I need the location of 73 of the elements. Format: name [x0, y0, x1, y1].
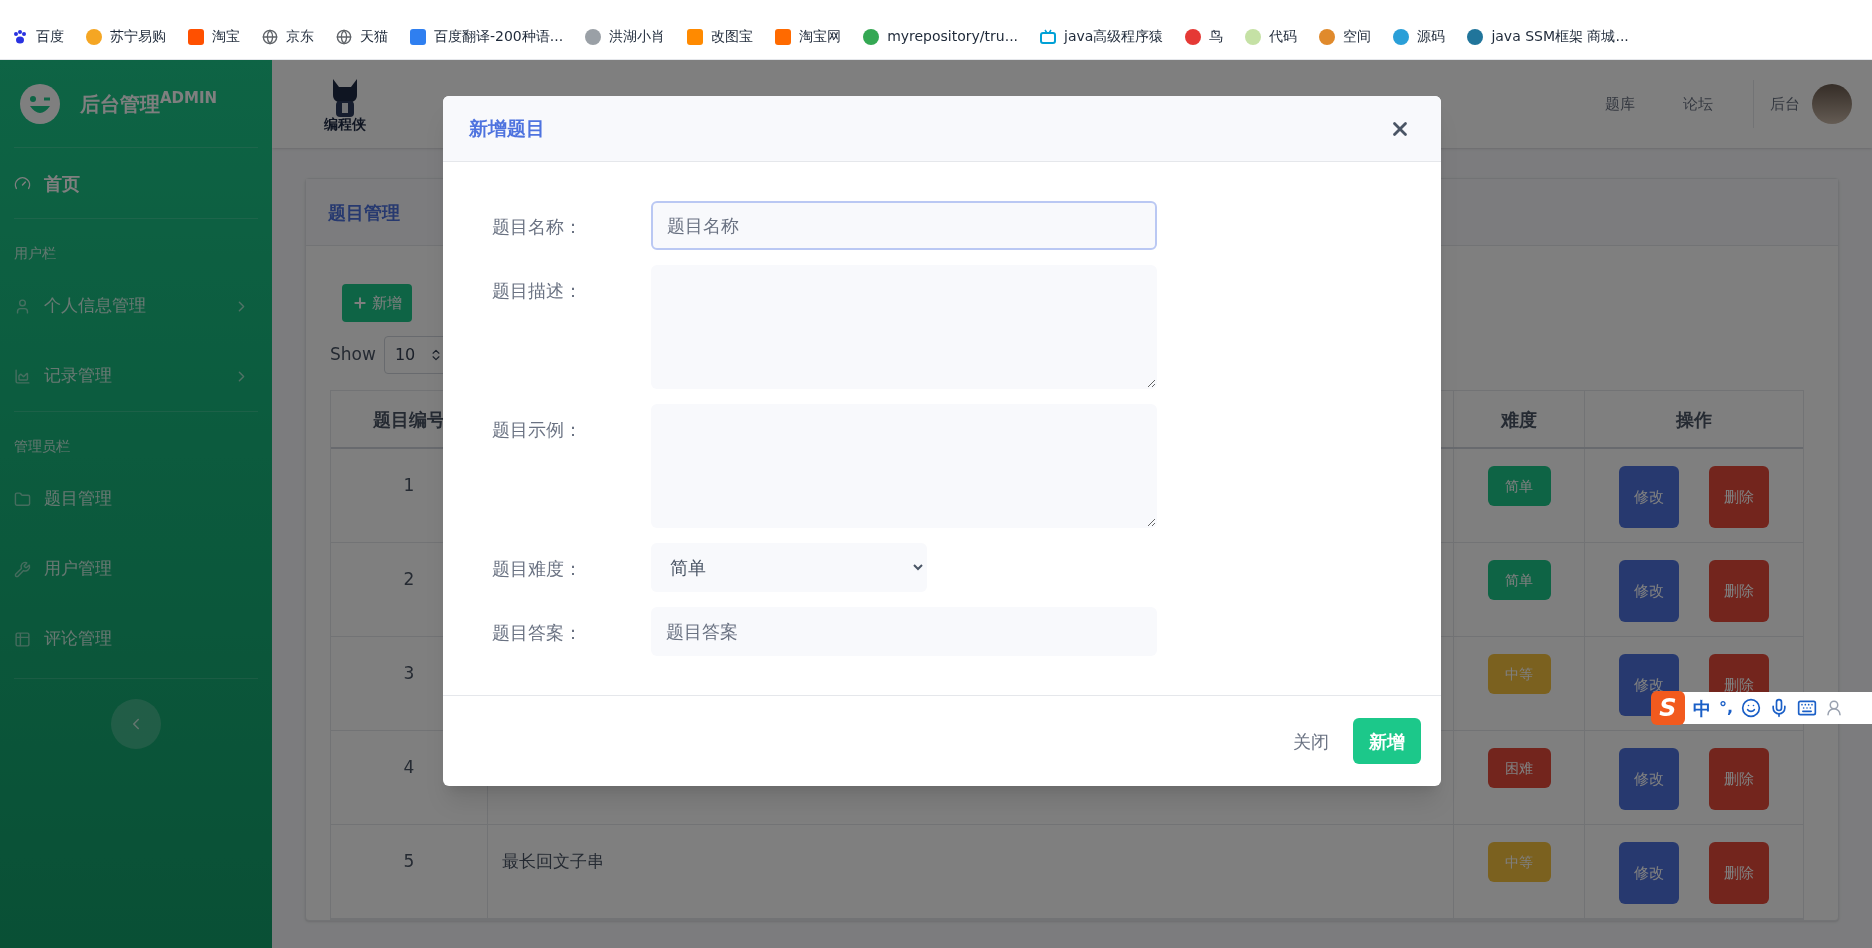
bookmark[interactable]: 源码: [1393, 26, 1446, 47]
nav-link[interactable]: 题库: [1581, 92, 1659, 116]
field-label: 题目难度：: [491, 557, 583, 581]
bookmark[interactable]: 天猫: [336, 26, 388, 47]
table-cell-text: 5: [403, 850, 415, 873]
edit-button[interactable]: 修改: [1619, 842, 1679, 904]
plus-icon: [352, 295, 368, 311]
delete-button[interactable]: 删除: [1709, 466, 1769, 528]
delete-button[interactable]: 删除: [1709, 560, 1769, 622]
edit-button[interactable]: 修改: [1619, 748, 1679, 810]
text-field[interactable]: 题目答案: [651, 607, 1157, 656]
field-label: 题目名称：: [491, 215, 583, 239]
show-label: Show: [330, 343, 376, 367]
sidebar-item[interactable]: 评论管理: [14, 604, 258, 674]
bookmark[interactable]: 改图宝: [687, 26, 754, 47]
smile-icon[interactable]: [1741, 698, 1762, 718]
difficulty-badge: 中等: [1487, 842, 1551, 882]
difficulty-badge: 简单: [1487, 466, 1551, 506]
bookmark[interactable]: 空间: [1319, 26, 1372, 47]
bookmark[interactable]: 洪湖小肖: [585, 26, 666, 47]
bookmark[interactable]: 代码: [1245, 26, 1298, 47]
user-icon[interactable]: [1825, 699, 1844, 717]
sidebar-item[interactable]: 用户管理: [14, 534, 258, 604]
bookmark[interactable]: 苏宁易购: [86, 26, 166, 47]
ime-logo[interactable]: S: [1651, 691, 1685, 725]
smiley-logo-icon: [20, 83, 60, 124]
sidebar-item[interactable]: 题目管理: [14, 464, 258, 534]
sidebar-heading: 用户栏: [14, 245, 56, 261]
nav-link[interactable]: 论坛: [1659, 92, 1737, 116]
delete-button[interactable]: 删除: [1709, 748, 1769, 810]
column-header: 难度: [1454, 391, 1585, 447]
text-field[interactable]: 题目名称: [651, 201, 1157, 250]
table-cell-text: 2: [403, 568, 415, 591]
table-cell-text: 1: [403, 474, 415, 497]
sidebar-heading: 管理员栏: [14, 438, 70, 454]
close-text-button[interactable]: 关闭: [1293, 727, 1329, 755]
difficulty-badge: 简单: [1487, 560, 1551, 600]
bookmark[interactable]: java高级程序猿: [1040, 26, 1164, 47]
bookmark[interactable]: 百度翻译-200种语...: [410, 26, 564, 47]
field-label: 题目答案：: [491, 621, 583, 645]
keyboard-icon[interactable]: [1797, 698, 1818, 718]
delete-button[interactable]: 删除: [1709, 842, 1769, 904]
edit-button[interactable]: 修改: [1619, 560, 1679, 622]
column-header: 操作: [1675, 407, 1713, 432]
bookmark[interactable]: 淘宝: [188, 26, 240, 47]
sidebar-item[interactable]: 个人信息管理: [14, 271, 258, 341]
bookmark[interactable]: 淘宝网: [775, 26, 842, 47]
bookmark[interactable]: java SSM框架 商城...: [1467, 26, 1629, 47]
add-button[interactable]: 新增: [342, 284, 412, 322]
avatar[interactable]: [1812, 84, 1852, 124]
table-cell-text: 3: [403, 662, 415, 685]
sidebar-item[interactable]: 记录管理: [14, 341, 258, 411]
field-label: 题目示例：: [491, 418, 583, 442]
difficulty-select[interactable]: 简单: [651, 543, 927, 592]
sidebar-item[interactable]: 首页: [14, 148, 258, 218]
bookmark[interactable]: 百度: [12, 26, 64, 47]
card-title: 题目管理: [328, 200, 400, 225]
ime-mode[interactable]: 中: [1693, 694, 1711, 722]
bookmark[interactable]: myrepository/tru...: [863, 26, 1019, 47]
logo-text: 编程侠: [324, 117, 366, 131]
brand-title: 后台管理$^{ADMIN}$: [80, 88, 218, 118]
bookmark[interactable]: 鸟: [1185, 26, 1224, 47]
gauge-icon: [14, 174, 31, 192]
modal-title: 新增题目: [469, 116, 545, 142]
field-label: 题目描述：: [491, 279, 583, 303]
user-name[interactable]: 后台: [1770, 92, 1800, 116]
submit-button[interactable]: 新增: [1353, 718, 1421, 764]
table-cell-text: 4: [403, 756, 415, 779]
bookmark[interactable]: 京东: [262, 26, 314, 47]
difficulty-badge: 中等: [1487, 654, 1551, 694]
table-cell: 最长回文子串: [502, 851, 604, 871]
difficulty-badge: 困难: [1487, 748, 1551, 788]
edit-button[interactable]: 修改: [1619, 466, 1679, 528]
